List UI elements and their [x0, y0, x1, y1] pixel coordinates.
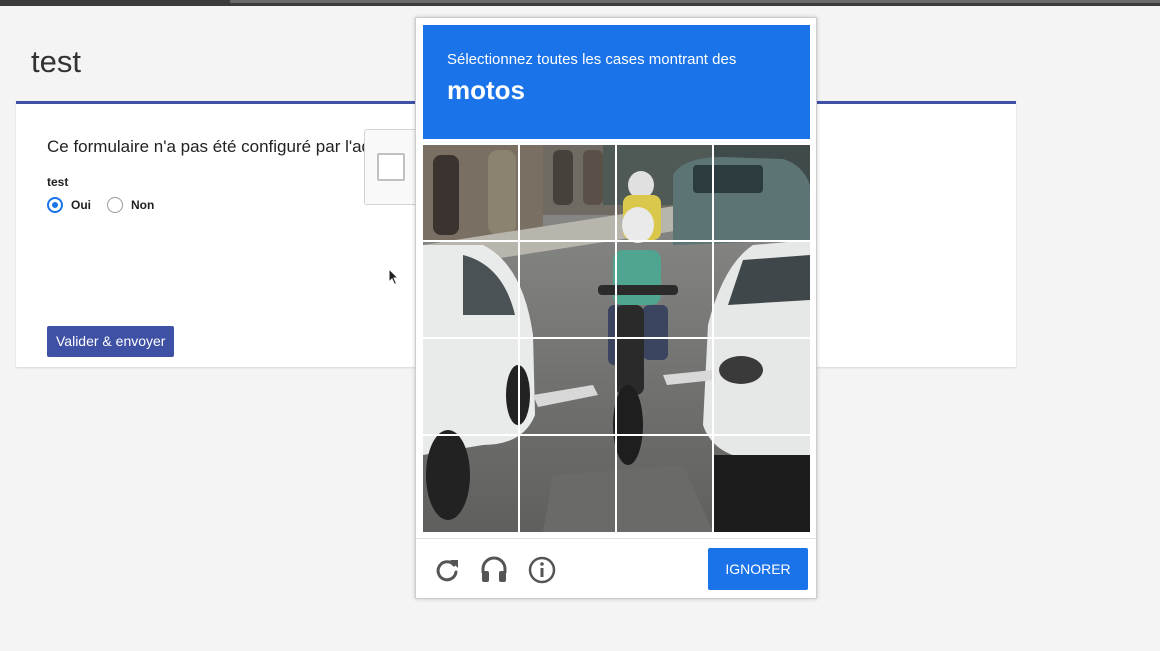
captcha-tile[interactable] [715, 242, 810, 337]
reload-icon[interactable] [432, 555, 462, 585]
captcha-tile[interactable] [618, 145, 713, 240]
captcha-challenge-dialog: Sélectionnez toutes les cases montrant d… [415, 17, 817, 599]
captcha-tile[interactable] [520, 437, 615, 532]
captcha-tile[interactable] [423, 437, 518, 532]
captcha-tile[interactable] [715, 340, 810, 435]
audio-icon[interactable] [479, 555, 509, 585]
info-icon[interactable] [527, 555, 557, 585]
captcha-tile[interactable] [520, 242, 615, 337]
radio-non-label[interactable]: Non [131, 198, 154, 212]
question-label: test [47, 175, 69, 189]
radio-unchecked-icon[interactable] [107, 197, 123, 213]
submit-button[interactable]: Valider & envoyer [47, 326, 175, 357]
captcha-tile[interactable] [520, 145, 615, 240]
captcha-tile[interactable] [423, 145, 518, 240]
captcha-target: motos [447, 75, 525, 105]
browser-top-bar [0, 0, 1160, 6]
captcha-image-grid [423, 145, 810, 532]
radio-checked-icon[interactable] [47, 197, 63, 213]
radio-group: Oui Non [47, 197, 170, 213]
captcha-tile[interactable] [618, 242, 713, 337]
captcha-tile[interactable] [618, 437, 713, 532]
captcha-instruction: Sélectionnez toutes les cases montrant d… [447, 51, 737, 68]
radio-oui-label[interactable]: Oui [71, 198, 91, 212]
captcha-tiles [423, 145, 810, 532]
captcha-tile[interactable] [423, 242, 518, 337]
captcha-tile[interactable] [618, 340, 713, 435]
captcha-header: Sélectionnez toutes les cases montrant d… [423, 25, 810, 139]
form-message: Ce formulaire n'a pas été configuré par … [47, 137, 399, 156]
radio-oui[interactable]: Oui [47, 197, 91, 213]
mouse-cursor-icon [388, 268, 400, 286]
captcha-tile[interactable] [715, 145, 810, 240]
recaptcha-checkbox[interactable] [377, 153, 405, 181]
skip-button[interactable]: IGNORER [708, 548, 808, 590]
radio-non[interactable]: Non [107, 197, 154, 213]
captcha-tile[interactable] [423, 340, 518, 435]
page-title: test [31, 44, 81, 79]
captcha-footer: IGNORER [416, 539, 816, 599]
captcha-tile[interactable] [715, 437, 810, 532]
captcha-tile[interactable] [520, 340, 615, 435]
